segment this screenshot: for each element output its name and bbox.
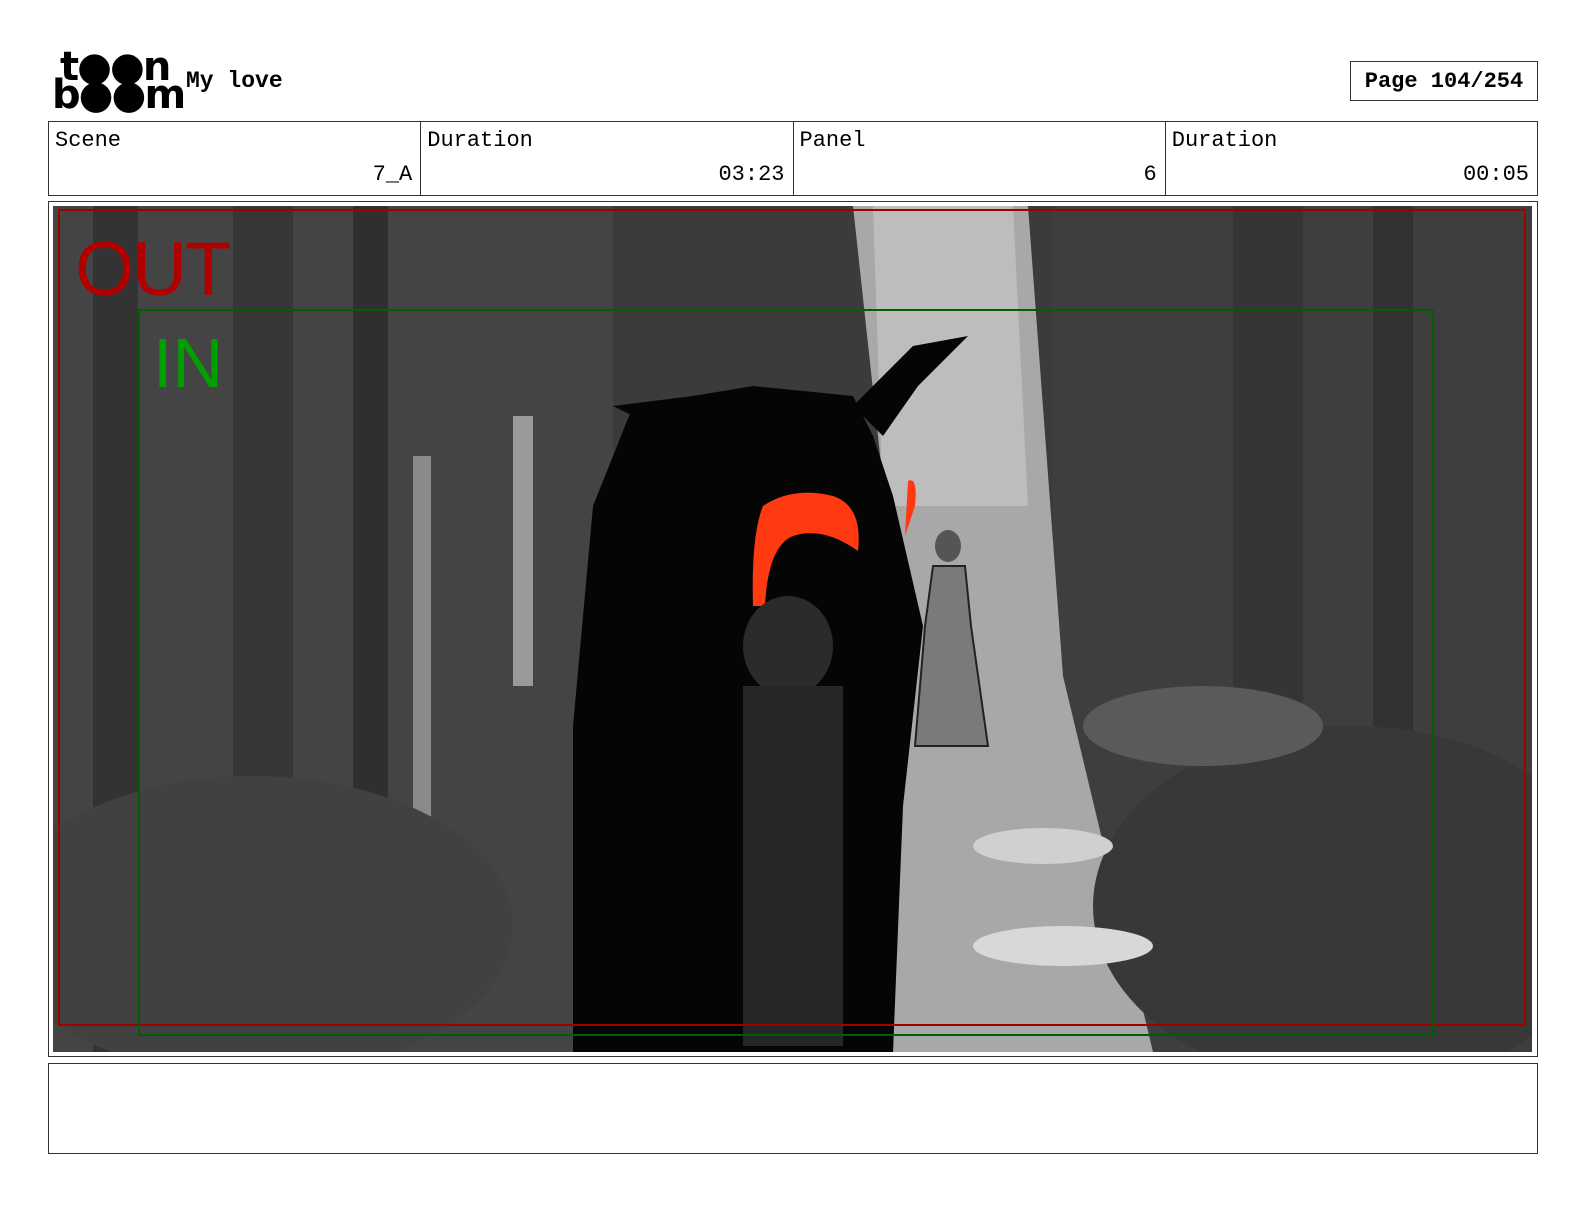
- scene-label: Scene: [55, 128, 122, 153]
- scene-value: 7_A: [372, 162, 413, 187]
- panel-duration-label: Duration: [1171, 128, 1278, 153]
- page-indicator: Page 104/254: [1350, 61, 1538, 101]
- panel-notes-box[interactable]: [48, 1063, 1538, 1154]
- panel-duration-cell: Duration 00:05: [1166, 122, 1537, 195]
- project-title: My love: [186, 68, 283, 94]
- in-frame-label: IN: [153, 324, 223, 402]
- scene-duration-label: Duration: [427, 128, 533, 153]
- scene-cell: Scene 7_A: [49, 122, 422, 195]
- out-frame-label: OUT: [75, 227, 231, 312]
- scene-duration-value: 03:23: [718, 162, 785, 187]
- panel-value: 6: [1143, 162, 1157, 187]
- storyboard-panel-drawing: OUT IN: [53, 206, 1532, 1052]
- panel-label: Panel: [799, 128, 866, 153]
- panel-duration-value: 00:05: [1462, 162, 1529, 187]
- scene-duration-cell: Duration 03:23: [421, 122, 794, 195]
- logo-line-2: b●●m: [52, 72, 186, 118]
- storyboard-image-frame: OUT IN: [48, 201, 1538, 1057]
- panel-cell: Panel 6: [794, 122, 1166, 195]
- scene-info-table: Scene 7_A Duration 03:23 Panel 6 Duratio…: [48, 121, 1538, 196]
- toonboom-logo: t●●n b●●m: [52, 47, 186, 115]
- panel-artwork: [53, 206, 1532, 1052]
